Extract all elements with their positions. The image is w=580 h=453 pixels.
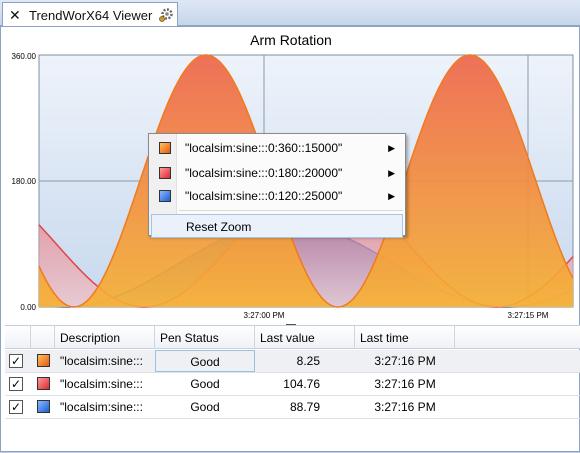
row-last-time: 3:27:16 PM [374,377,436,391]
table-row[interactable]: ✓ "localsim:sine::: Good 8.25 3:27:16 PM [5,350,580,373]
pen-color-swatch [37,400,50,413]
menu-item-pen-1[interactable]: "localsim:sine:::0:360::15000" ▶ [151,136,403,160]
menu-item-label: "localsim:sine:::0:360::15000" [185,141,343,155]
row-last-value: 8.25 [296,354,320,368]
row-pen-status[interactable]: Good [155,396,255,418]
row-last-value: 88.79 [289,400,320,414]
x-tick-label: 3:27:15 PM [508,311,549,320]
table-header: Description Pen Status Last value Last t… [5,325,580,349]
header-last-value[interactable]: Last value [255,326,355,349]
visibility-checkbox[interactable]: ✓ [9,354,23,368]
close-icon[interactable]: ✕ [9,8,21,22]
viewer-tab[interactable]: ✕ TrendWorX64 Viewer [2,2,178,27]
submenu-arrow-icon: ▶ [388,143,395,153]
pen-color-swatch [159,190,171,202]
pen-color-swatch [37,354,50,367]
header-last-time[interactable]: Last time [355,326,455,349]
row-description: "localsim:sine::: [60,354,143,368]
header-pen-status[interactable]: Pen Status [155,326,255,349]
menu-item-label: Reset Zoom [186,220,252,234]
chart-title: Arm Rotation [250,32,332,48]
y-tick-label: 180.00 [12,177,37,186]
pen-table: Description Pen Status Last value Last t… [5,325,580,453]
pen-color-swatch [159,167,171,179]
header-description[interactable]: Description [55,326,155,349]
menu-item-label: "localsim:sine:::0:180::20000" [185,166,343,180]
gear-icon[interactable] [158,7,174,23]
menu-item-pen-2[interactable]: "localsim:sine:::0:180::20000" ▶ [151,161,403,185]
viewer-panel: Arm Rotation 360.00 180.00 0.00 3:27:00 … [0,26,580,452]
row-last-time: 3:27:16 PM [374,354,436,368]
visibility-checkbox[interactable]: ✓ [9,377,23,391]
visibility-checkbox[interactable]: ✓ [9,400,23,414]
tab-bar: ✕ TrendWorX64 Viewer [0,0,580,27]
row-last-time: 3:27:16 PM [374,400,436,414]
row-pen-status[interactable]: Good [155,373,255,395]
submenu-arrow-icon: ▶ [388,168,395,178]
y-tick-label: 0.00 [20,303,36,312]
menu-item-label: "localsim:sine:::0:120::25000" [185,189,343,203]
pen-color-swatch [159,142,171,154]
row-description: "localsim:sine::: [60,377,143,391]
table-row[interactable]: ✓ "localsim:sine::: Good 104.76 3:27:16 … [5,373,580,396]
menu-item-pen-3[interactable]: "localsim:sine:::0:120::25000" ▶ [151,184,403,208]
x-tick-label: 3:27:00 PM [244,311,285,320]
row-last-value: 104.76 [283,377,320,391]
header-color-column[interactable] [31,326,55,349]
pen-color-swatch [37,377,50,390]
tab-title: TrendWorX64 Viewer [29,7,153,23]
menu-separator [179,210,403,211]
submenu-arrow-icon: ▶ [388,191,395,201]
row-pen-status[interactable]: Good [155,350,255,372]
table-row[interactable]: ✓ "localsim:sine::: Good 88.79 3:27:16 P… [5,396,580,419]
row-description: "localsim:sine::: [60,400,143,414]
header-check-column[interactable] [5,326,31,349]
y-tick-label: 360.00 [12,52,37,61]
reset-zoom-menu-item[interactable]: Reset Zoom [151,214,403,238]
context-menu: "localsim:sine:::0:360::15000" ▶ "locals… [148,133,406,238]
